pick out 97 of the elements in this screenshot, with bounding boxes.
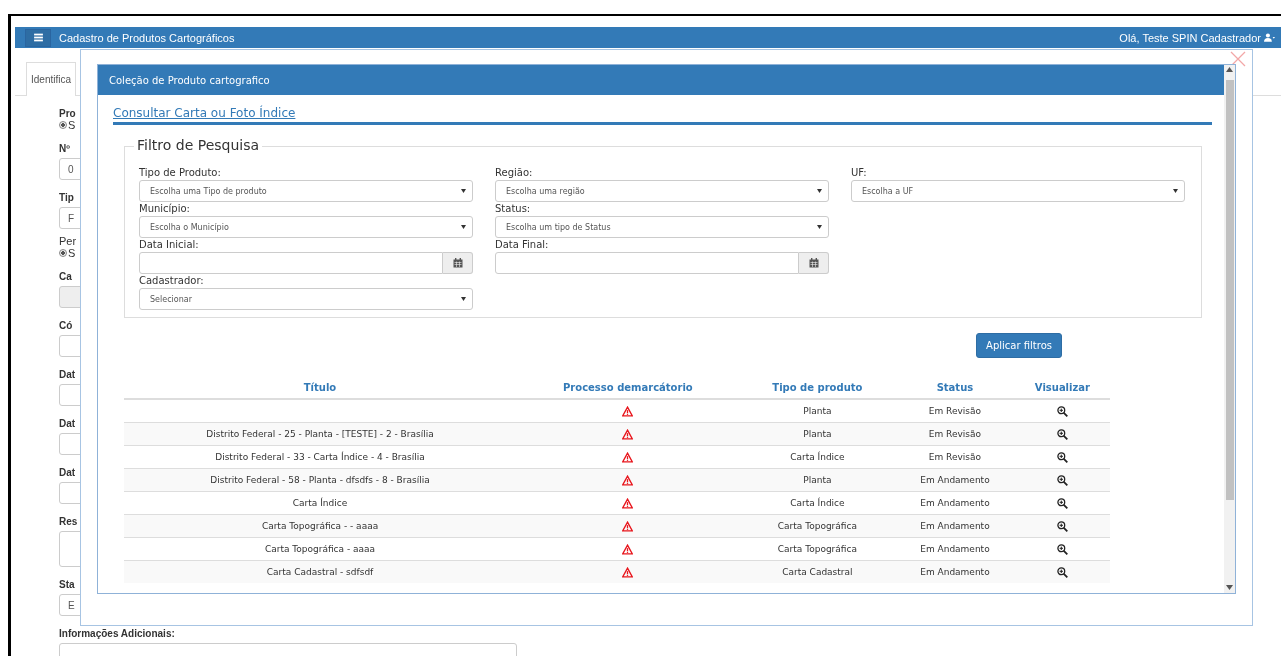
calendar-icon <box>452 258 463 268</box>
warning-icon <box>622 474 634 486</box>
zoom-in-icon[interactable] <box>1056 405 1068 417</box>
field-label: Pro <box>59 108 76 119</box>
scrollbar[interactable] <box>1224 65 1235 593</box>
field-label: Ca <box>59 271 72 282</box>
caret-icon <box>461 297 466 301</box>
table-cell: Carta Topográfica <box>739 537 896 561</box>
field-label: Município: <box>139 203 191 214</box>
column-header: Título <box>124 378 517 399</box>
zoom-in-icon[interactable] <box>1056 428 1068 440</box>
date-field[interactable] <box>139 252 443 274</box>
field-label: Cadastrador: <box>139 275 205 286</box>
table-cell: Carta Topográfica - aaaa <box>124 537 517 561</box>
table-cell: Em Revisão <box>895 399 1015 423</box>
field-label: Região: <box>495 167 534 178</box>
user-menu[interactable]: Olá, Teste SPIN Cadastrador <box>1119 31 1275 44</box>
calendar-button[interactable] <box>443 252 473 274</box>
column-header: Status <box>895 378 1015 399</box>
table-cell: Carta Índice <box>124 491 517 515</box>
select-field[interactable]: Selecionar <box>139 288 473 310</box>
table-cell: Carta Cadastral <box>739 560 896 583</box>
field-label: Tip <box>59 192 74 203</box>
menu-icon <box>32 32 44 43</box>
table-cell: Carta Topográfica - - aaaa <box>124 514 517 538</box>
field-label: Dat <box>59 418 76 429</box>
zoom-in-icon[interactable] <box>1056 497 1068 509</box>
zoom-in-icon[interactable] <box>1056 520 1068 532</box>
column-header: Visualizar <box>1014 378 1110 399</box>
zoom-in-icon[interactable] <box>1056 451 1068 463</box>
warning-icon <box>622 520 634 532</box>
table-cell: Distrito Federal - 25 - Planta - [TESTE] - 2 - Brasília <box>124 422 517 446</box>
scroll-down-icon <box>1226 585 1233 590</box>
caret-icon <box>817 189 822 193</box>
table-cell: Planta <box>739 468 896 492</box>
select-field[interactable]: Escolha a UF <box>851 180 1185 202</box>
field-label: Dat <box>59 369 76 380</box>
field-label: Sta <box>59 579 75 590</box>
apply-filters-button[interactable]: Aplicar filtros <box>976 333 1062 358</box>
filter-legend: Filtro de Pesquisa <box>134 137 263 153</box>
app-title: Cadastro de Produtos Cartográficos <box>59 31 236 44</box>
scroll-up-icon <box>1226 67 1233 72</box>
field-label: Data Inicial: <box>139 239 200 250</box>
table-cell: Planta <box>739 399 896 423</box>
radio-option[interactable]: S <box>59 119 76 131</box>
table-cell: Carta Índice <box>739 445 896 469</box>
dialog-title: Coleção de Produto cartografico <box>98 65 1224 95</box>
table-cell: Distrito Federal - 58 - Planta - dfsdfs - 8 - Brasília <box>124 468 517 492</box>
select-field[interactable]: Escolha um tipo de Status <box>495 216 829 238</box>
table-cell: Carta Topográfica <box>739 514 896 538</box>
date-field[interactable] <box>495 252 799 274</box>
calendar-button[interactable] <box>799 252 829 274</box>
warning-icon <box>622 451 634 463</box>
column-header: Tipo de produto <box>739 378 896 399</box>
table-cell: Em Revisão <box>895 445 1015 469</box>
column-header: Processo demarcátorio <box>516 378 740 399</box>
field-label: Status: <box>495 203 532 214</box>
radio-option[interactable]: S <box>59 247 76 259</box>
caret-icon <box>1173 189 1178 193</box>
select-field[interactable]: Escolha o Município <box>139 216 473 238</box>
zoom-in-icon[interactable] <box>1056 543 1068 555</box>
field-label: Per <box>59 235 77 247</box>
table-cell: Carta Índice <box>739 491 896 515</box>
table-cell: Distrito Federal - 33 - Carta Índice - 4 - Brasília <box>124 445 517 469</box>
zoom-in-icon[interactable] <box>1056 474 1068 486</box>
warning-icon <box>622 497 634 509</box>
warning-icon <box>622 405 634 417</box>
field-label: Nº <box>59 143 70 154</box>
table-cell: Planta <box>739 422 896 446</box>
field-label: Dat <box>59 467 76 478</box>
select-field[interactable]: Escolha uma Tipo de produto <box>139 180 473 202</box>
table-cell: Em Andamento <box>895 468 1015 492</box>
table-cell: Em Andamento <box>895 560 1015 583</box>
page-link[interactable]: Consultar Carta ou Foto Índice <box>113 106 296 120</box>
tab[interactable]: Identifica <box>26 62 77 96</box>
warning-icon <box>622 428 634 440</box>
field-label: Data Final: <box>495 239 550 250</box>
field-label: UF: <box>851 167 868 178</box>
field-label: Tipo de Produto: <box>139 167 222 178</box>
warning-icon <box>622 566 634 578</box>
table-cell: Em Revisão <box>895 422 1015 446</box>
select-field[interactable]: Escolha uma região <box>495 180 829 202</box>
caret-icon <box>817 225 822 229</box>
table-cell: Em Andamento <box>895 491 1015 515</box>
table-cell: Em Andamento <box>895 514 1015 538</box>
table-cell: Carta Cadastral - sdfsdf <box>124 560 517 583</box>
user-icon <box>1264 32 1275 43</box>
zoom-in-icon[interactable] <box>1056 566 1068 578</box>
caret-icon <box>461 225 466 229</box>
table-cell: Em Andamento <box>895 537 1015 561</box>
field-label: Có <box>59 320 73 331</box>
warning-icon <box>622 543 634 555</box>
field-label: Res <box>59 516 78 527</box>
menu-button[interactable] <box>25 28 51 47</box>
caret-icon <box>461 189 466 193</box>
calendar-icon <box>808 258 819 268</box>
field-label: Informações Adicionais: <box>59 628 175 639</box>
